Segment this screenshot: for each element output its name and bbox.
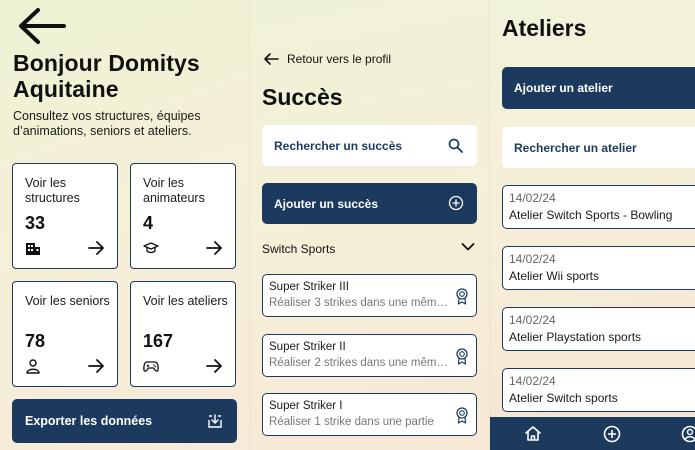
card-count: 33 — [25, 213, 46, 233]
chevron-down-icon — [461, 243, 475, 251]
structures-card[interactable]: Voir les structures 33 — [12, 163, 118, 269]
search-success-field[interactable]: Rechercher un succès — [262, 125, 477, 166]
achievement-title: Super Striker III — [269, 281, 349, 293]
seniors-card[interactable]: Voir les seniors 78 — [12, 281, 118, 387]
workshop-date: 14/02/24 — [509, 252, 556, 266]
card-label: Voir les ateliers — [143, 294, 228, 308]
achievement-item[interactable]: Super Striker III Réaliser 3 strikes dan… — [262, 274, 477, 317]
export-data-button[interactable]: Exporter les données — [12, 399, 237, 443]
page-title: Bonjour Domitys Aquitaine — [13, 50, 200, 102]
workshop-name: Atelier Switch Sports - Bowling — [509, 208, 673, 222]
section-label: Switch Sports — [262, 242, 336, 256]
search-label: Rechercher un atelier — [514, 141, 637, 155]
plus-circle-icon — [448, 195, 464, 211]
workshop-date: 14/02/24 — [509, 374, 556, 388]
card-label: Voir les structures — [25, 176, 80, 205]
section-header-switch-sports[interactable]: Switch Sports — [262, 242, 477, 256]
workshop-item[interactable]: 14/02/24 Atelier Switch Sports - Bowling — [502, 185, 695, 229]
animators-card[interactable]: Voir les animateurs 4 — [130, 163, 236, 269]
bottom-navigation — [490, 417, 695, 450]
workshop-item[interactable]: 14/02/24 Atelier Switch sports — [502, 368, 695, 412]
arrow-right-icon — [206, 241, 222, 255]
card-label: Voir les animateurs — [143, 176, 205, 205]
arrow-left-icon[interactable] — [16, 6, 68, 46]
plus-circle-icon[interactable] — [603, 425, 621, 443]
card-count: 78 — [25, 331, 46, 351]
award-badge-icon — [456, 407, 468, 424]
workshop-name: Atelier Switch sports — [509, 391, 618, 405]
home-screen: Bonjour Domitys Aquitaine Consultez vos … — [0, 0, 249, 450]
achievement-desc: Réaliser 3 strikes dans une même partie — [269, 297, 449, 309]
page-title: Ateliers — [502, 15, 587, 41]
workshop-name: Atelier Playstation sports — [509, 330, 642, 344]
home-icon[interactable] — [524, 425, 542, 442]
workshop-name: Atelier Wii sports — [509, 269, 600, 283]
person-icon — [26, 359, 40, 374]
add-success-button[interactable]: Ajouter un succès — [262, 183, 477, 224]
arrow-right-icon — [206, 359, 222, 373]
export-label: Exporter les données — [25, 414, 153, 428]
achievement-title: Super Striker II — [269, 341, 346, 353]
arrow-left-icon — [264, 53, 279, 65]
success-screen: Retour vers le profil Succès Rechercher … — [249, 0, 489, 450]
add-label: Ajouter un atelier — [514, 81, 613, 95]
achievement-item[interactable]: Super Striker I Réaliser 1 strike dans u… — [262, 393, 477, 436]
gamepad-icon — [143, 361, 159, 372]
back-label: Retour vers le profil — [287, 52, 392, 66]
achievement-desc: Réaliser 1 strike dans une partie — [269, 416, 434, 428]
achievement-desc: Réaliser 2 strikes dans une même partie — [269, 357, 449, 369]
workshops-screen: Ateliers Ajouter un atelier Rechercher u… — [489, 0, 695, 450]
workshop-date: 14/02/24 — [509, 313, 556, 327]
workshop-date: 14/02/24 — [509, 191, 556, 205]
search-icon[interactable] — [448, 138, 463, 153]
arrow-right-icon — [88, 359, 104, 373]
workshop-item[interactable]: 14/02/24 Atelier Wii sports — [502, 246, 695, 290]
profile-icon[interactable] — [681, 425, 695, 443]
card-count: 4 — [143, 213, 154, 233]
achievement-title: Super Striker I — [269, 400, 343, 412]
award-badge-icon — [456, 348, 468, 365]
add-label: Ajouter un succès — [274, 197, 379, 211]
back-to-profile-link[interactable]: Retour vers le profil — [263, 52, 391, 66]
building-icon — [26, 243, 40, 255]
download-icon — [208, 414, 222, 428]
search-workshop-field[interactable]: Rechercher un atelier — [502, 127, 695, 168]
add-workshop-button[interactable]: Ajouter un atelier — [502, 67, 695, 109]
graduation-cap-icon — [143, 242, 159, 254]
workshops-card[interactable]: Voir les ateliers 167 — [130, 281, 236, 387]
card-count: 167 — [143, 331, 174, 351]
page-title: Succès — [262, 84, 343, 110]
card-label: Voir les seniors — [25, 294, 110, 308]
award-badge-icon — [456, 288, 468, 305]
search-label: Rechercher un succès — [274, 139, 403, 153]
arrow-right-icon — [88, 241, 104, 255]
workshop-item[interactable]: 14/02/24 Atelier Playstation sports — [502, 307, 695, 351]
achievement-item[interactable]: Super Striker II Réaliser 2 strikes dans… — [262, 334, 477, 377]
page-subtitle: Consultez vos structures, équipes d’anim… — [13, 109, 201, 138]
